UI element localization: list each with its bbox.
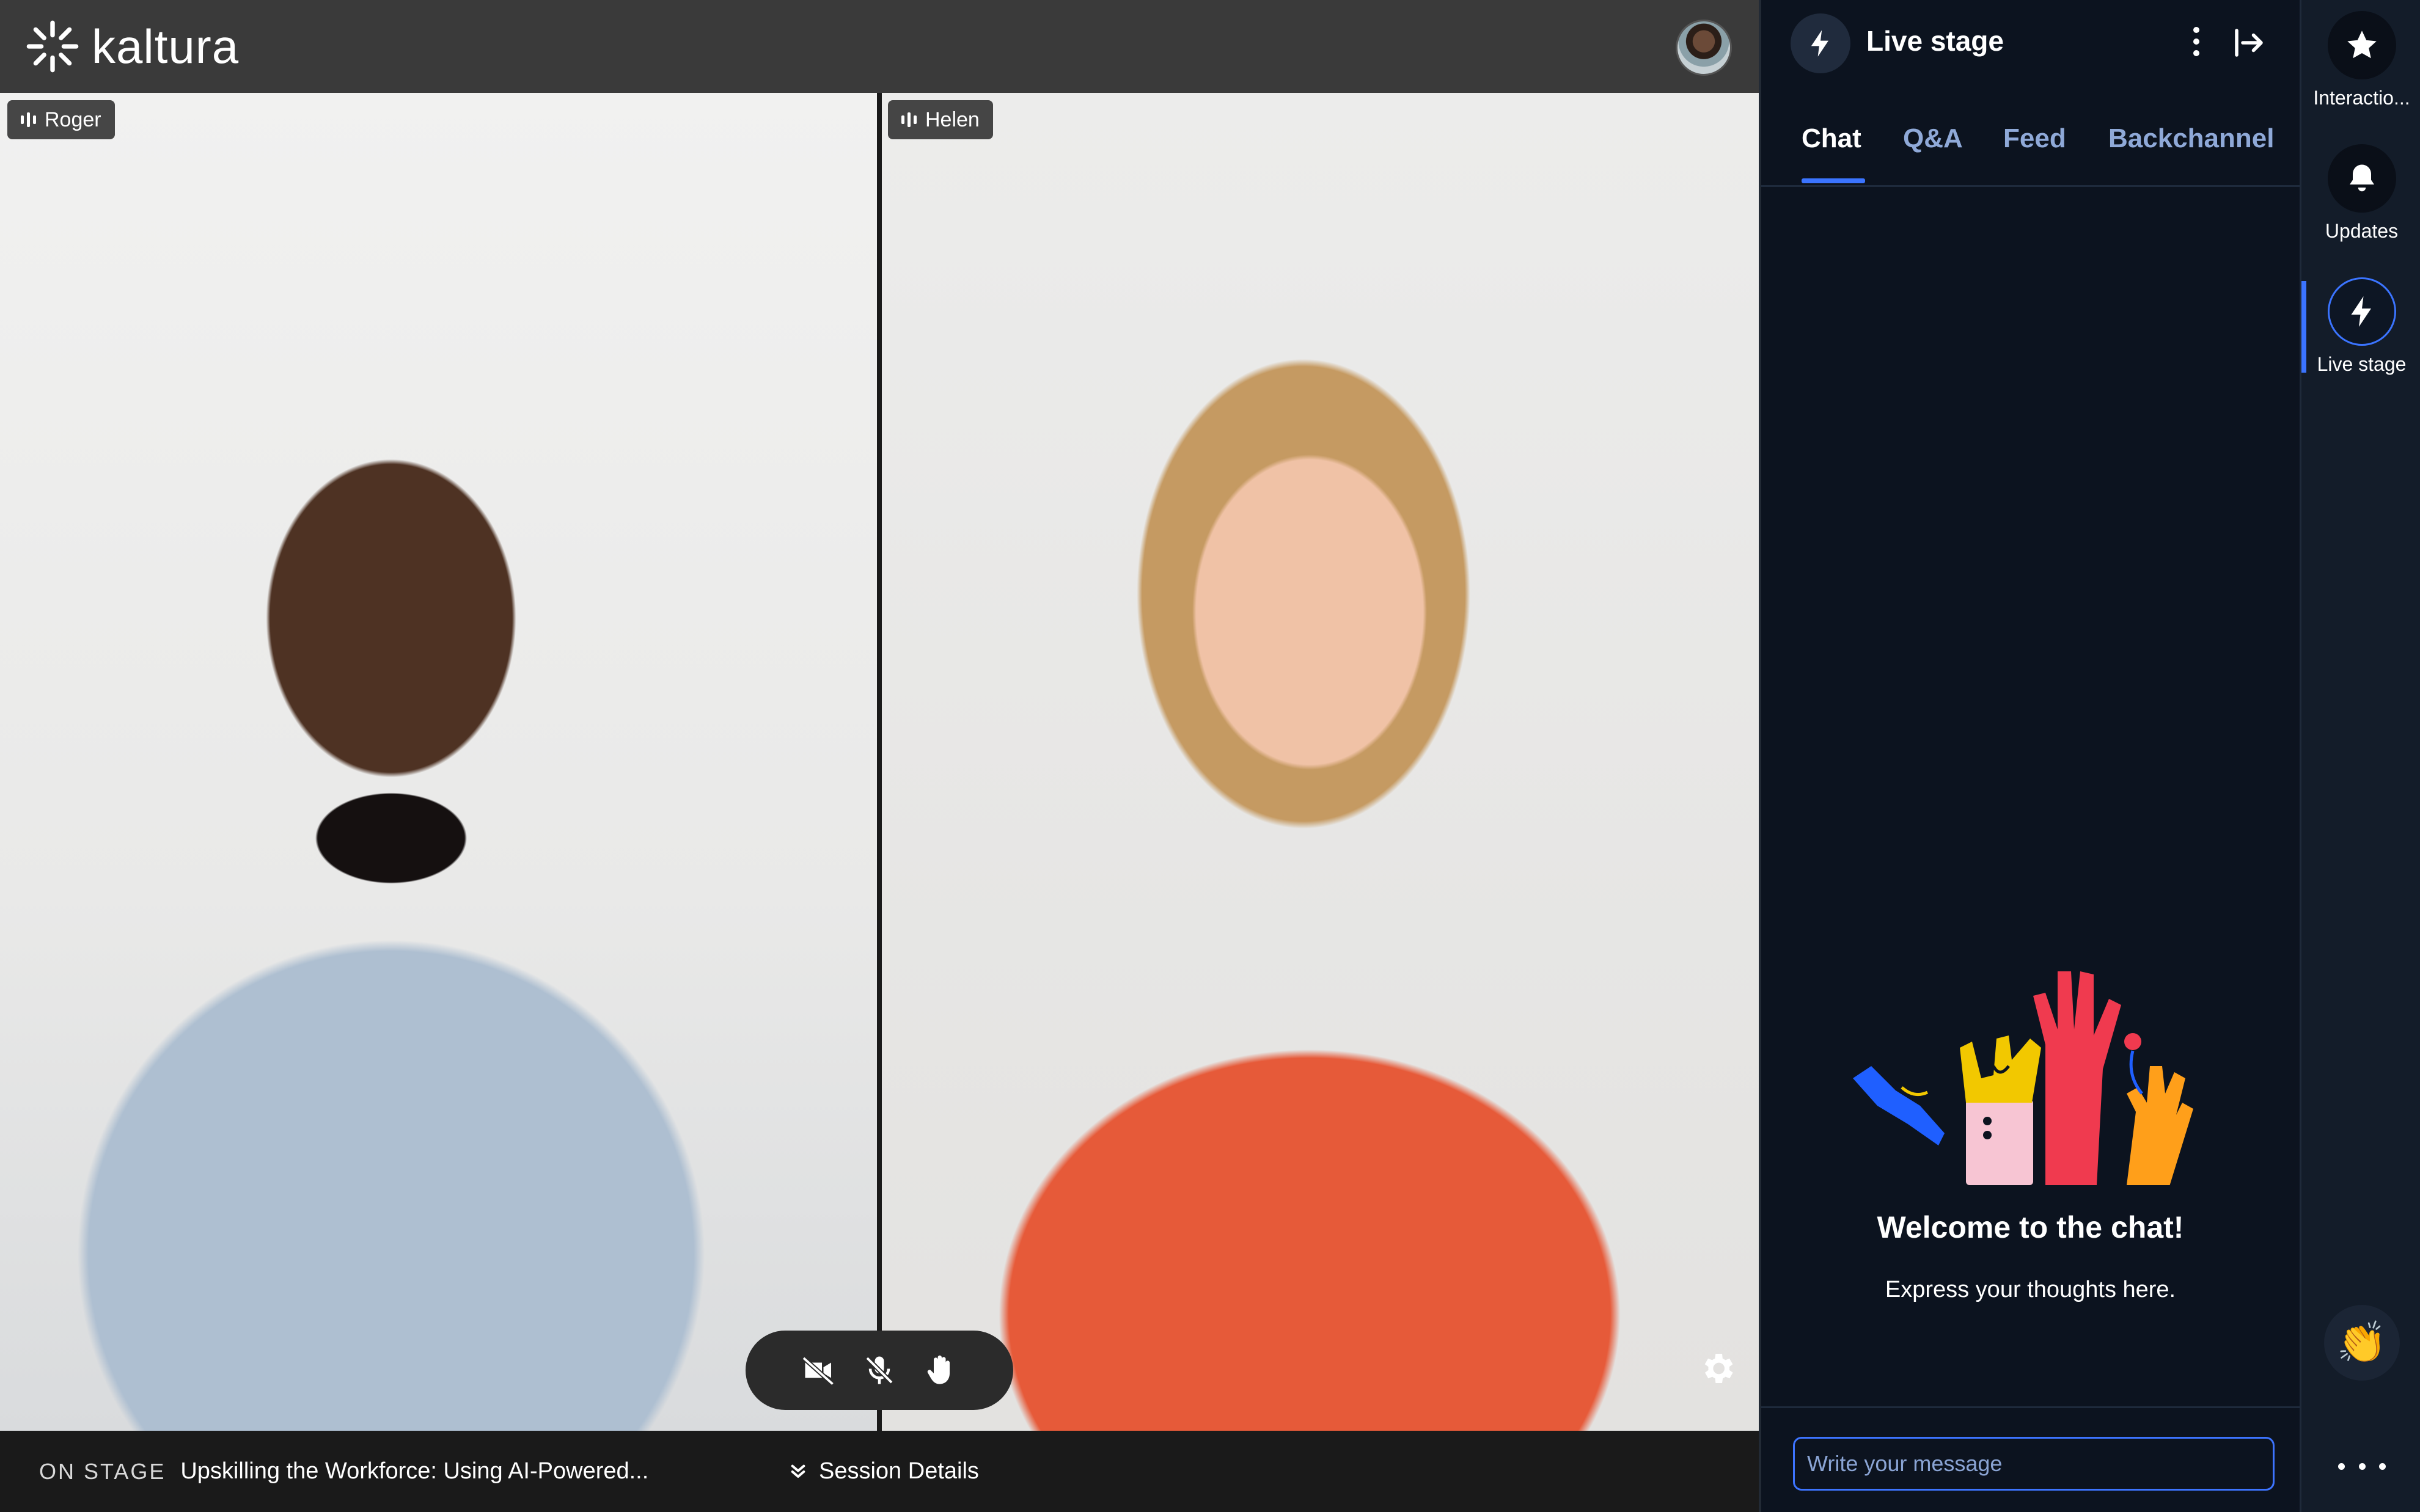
star-icon — [2347, 31, 2377, 59]
brand-name: kaltura — [92, 19, 240, 73]
composer-divider — [1761, 1406, 2300, 1408]
reactions-button[interactable]: 👏 — [2324, 1305, 2400, 1381]
tab-chat[interactable]: Chat — [1802, 123, 1861, 154]
camera-toggle-button[interactable] — [798, 1349, 840, 1392]
mic-toggle-button[interactable] — [858, 1349, 901, 1392]
session-details-button[interactable]: Session Details — [788, 1431, 979, 1512]
tile-divider — [877, 93, 882, 1431]
session-bar: ON STAGE Upskilling the Workforce: Using… — [0, 1431, 1759, 1512]
participant-name-tag: Helen — [888, 100, 993, 139]
rail-button[interactable] — [2327, 144, 2396, 213]
welcome-title: Welcome to the chat! — [1877, 1210, 2184, 1244]
audio-level-icon — [901, 112, 917, 127]
mic-off-icon — [865, 1356, 893, 1384]
clapping-hands-icon: 👏 — [2336, 1320, 2388, 1365]
user-avatar[interactable] — [1676, 20, 1732, 76]
participant-name-tag: Roger — [7, 100, 115, 139]
rail-button[interactable] — [2327, 11, 2396, 79]
session-details-label: Session Details — [819, 1458, 979, 1484]
raised-hands-illustration — [1853, 971, 2193, 1185]
panel-title: Live stage — [1866, 25, 2004, 57]
rail-label: Interactio... — [2313, 87, 2410, 109]
video-off-icon — [802, 1356, 834, 1386]
hand-icon — [928, 1355, 950, 1384]
video-tile-helen: Helen — [882, 93, 1759, 1431]
collapse-panel-icon[interactable] — [2231, 24, 2267, 61]
participant-name: Roger — [45, 108, 101, 131]
on-stage-label: ON STAGE — [39, 1458, 166, 1484]
live-stage-panel: Live stage Chat Q&A Feed Backchannel Wel… — [1759, 0, 2300, 1512]
top-bar: kaltura — [0, 0, 1759, 93]
lightning-icon — [2351, 296, 2371, 327]
lightning-icon — [1811, 30, 1828, 57]
tab-backchannel[interactable]: Backchannel — [2108, 123, 2274, 154]
live-stage-badge — [1791, 13, 1850, 73]
rail-item-updates[interactable]: Updates — [2301, 144, 2420, 243]
media-controls — [746, 1331, 1013, 1410]
panel-tabs: Chat Q&A Feed Backchannel — [1761, 116, 2300, 187]
video-tile-roger: Roger — [0, 93, 877, 1431]
right-rail: Interactio... Updates Live stage 👏 — [2300, 0, 2420, 1512]
chat-message-input[interactable] — [1793, 1437, 2275, 1491]
tab-qa[interactable]: Q&A — [1903, 123, 1963, 154]
rail-label: Updates — [2325, 220, 2399, 242]
bell-icon — [2349, 164, 2374, 192]
tab-feed[interactable]: Feed — [2003, 123, 2066, 154]
panel-header: Live stage — [1761, 0, 2300, 86]
active-tab-indicator — [1802, 178, 1865, 183]
double-chevron-down-icon — [791, 1464, 805, 1478]
rail-label: Live stage — [2317, 353, 2407, 375]
kaltura-burst-icon — [26, 20, 79, 73]
raise-hand-button[interactable] — [919, 1349, 961, 1392]
session-title: Upskilling the Workforce: Using AI-Power… — [180, 1458, 649, 1484]
panel-menu-button[interactable] — [2184, 24, 2209, 59]
welcome-subtitle: Express your thoughts here. — [1885, 1277, 2176, 1302]
audio-level-icon — [21, 112, 36, 127]
rail-button[interactable] — [2327, 277, 2396, 346]
gear-icon[interactable] — [1698, 1349, 1737, 1388]
stage-area: kaltura Roger Helen ON STAGE Upskilling … — [0, 0, 1759, 1512]
kaltura-logo[interactable]: kaltura — [24, 18, 239, 75]
rail-item-live-stage[interactable]: Live stage — [2301, 277, 2420, 376]
participant-name: Helen — [925, 108, 980, 131]
rail-item-interactions[interactable]: Interactio... — [2301, 11, 2420, 109]
more-icon[interactable] — [2338, 1454, 2386, 1478]
